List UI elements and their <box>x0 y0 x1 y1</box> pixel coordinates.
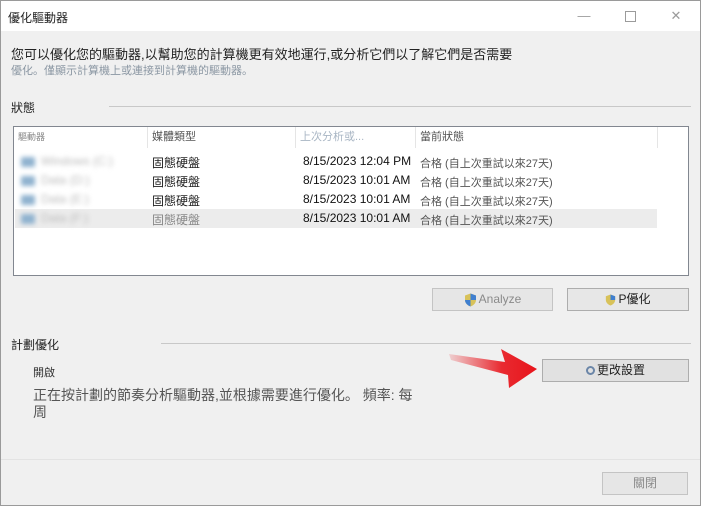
description-text: 您可以優化您的驅動器,以幫助您的計算機更有效地運行,或分析它們以了解它們是否需要 <box>11 47 513 62</box>
schedule-description: 正在按計劃的節奏分析驅動器,並根據需要進行優化。 頻率: 每 周 <box>33 387 453 421</box>
column-header-drive[interactable]: 驅動器 <box>14 127 148 148</box>
close-window-button[interactable]: ✕ <box>653 1 699 31</box>
title-bar[interactable]: 優化驅動器 — ✕ <box>1 1 700 31</box>
drive-row[interactable]: Windows (C:) 固態硬盤 8/15/2023 12:04 PM 合格 … <box>15 152 657 171</box>
drive-status: 合格 (自上次重試以來27天) <box>420 215 553 227</box>
window-title: 優化驅動器 <box>8 11 69 25</box>
optimize-button[interactable]: P優化 <box>567 288 689 311</box>
change-settings-button[interactable]: 更改設置 <box>542 359 689 382</box>
drive-icon <box>21 194 35 205</box>
drive-name: Data (F:) <box>41 211 89 225</box>
optimize-label: P優化 <box>618 292 651 306</box>
minimize-icon: — <box>577 8 591 23</box>
status-section-label: 狀態 <box>11 99 42 116</box>
status-divider <box>109 106 691 107</box>
drive-name: Windows (C:) <box>41 154 114 168</box>
schedule-description-text: 正在按計劃的節奏分析驅動器,並根據需要進行優化。 頻率: 每 <box>33 387 413 403</box>
drive-icon <box>21 156 35 167</box>
drive-last-run: 8/15/2023 10:01 AM <box>303 173 411 187</box>
description-subtext: 優化。僅顯示計算機上或連接到計算機的驅動器。 <box>11 65 253 77</box>
drive-list[interactable]: 驅動器 媒體類型 上次分析或... 當前狀態 Windows (C:) 固態硬盤… <box>13 126 689 276</box>
minimize-button[interactable]: — <box>561 1 607 31</box>
uac-shield-icon <box>606 294 616 306</box>
column-header-media-type[interactable]: 媒體類型 <box>148 127 296 148</box>
drive-last-run: 8/15/2023 10:01 AM <box>303 211 411 225</box>
drive-name: Data (E:) <box>41 192 90 206</box>
close-label: 關閉 <box>632 476 657 490</box>
analyze-button[interactable]: Analyze <box>432 288 553 311</box>
drive-row-selected[interactable]: Data (F:) 固態硬盤 8/15/2023 10:01 AM 合格 (自上… <box>15 209 657 228</box>
maximize-button[interactable] <box>607 1 653 31</box>
drive-row[interactable]: Data (D:) 固態硬盤 8/15/2023 10:01 AM 合格 (自上… <box>15 171 657 190</box>
dialog-footer <box>1 459 700 505</box>
close-icon: ✕ <box>670 8 682 23</box>
drive-status: 合格 (自上次重試以來27天) <box>420 158 553 170</box>
schedule-section-label: 計劃優化 <box>11 336 66 353</box>
column-header-last-run[interactable]: 上次分析或... <box>296 127 416 148</box>
drive-last-run: 8/15/2023 10:01 AM <box>303 192 411 206</box>
schedule-frequency: 周 <box>33 404 47 420</box>
drive-status: 合格 (自上次重試以來27天) <box>420 196 553 208</box>
maximize-icon <box>624 11 636 23</box>
optimize-drives-window: 優化驅動器 — ✕ 您可以優化您的驅動器,以幫助您的計算機更有效地運行,或分析它… <box>0 0 701 506</box>
drive-media-type: 固態硬盤 <box>152 156 201 170</box>
red-arrow-annotation <box>449 349 537 388</box>
drive-media-type: 固態硬盤 <box>152 175 201 189</box>
settings-icon <box>585 366 595 376</box>
drive-icon <box>21 175 35 186</box>
drive-last-run: 8/15/2023 12:04 PM <box>303 154 412 168</box>
schedule-divider <box>161 343 691 344</box>
schedule-state: 開啟 <box>33 367 55 379</box>
drive-icon <box>21 213 35 224</box>
drive-row[interactable]: Data (E:) 固態硬盤 8/15/2023 10:01 AM 合格 (自上… <box>15 190 657 209</box>
column-header-current-status[interactable]: 當前狀態 <box>416 127 658 148</box>
close-button[interactable]: 關閉 <box>602 472 688 495</box>
drive-name: Data (D:) <box>41 173 90 187</box>
drive-list-header: 驅動器 媒體類型 上次分析或... 當前狀態 <box>14 127 688 148</box>
uac-shield-icon <box>464 293 476 307</box>
drive-media-type: 固態硬盤 <box>152 194 201 208</box>
change-settings-label: 更改設置 <box>596 363 645 377</box>
drive-media-type: 固態硬盤 <box>152 213 201 227</box>
analyze-label: Analyze <box>478 292 522 306</box>
drive-status: 合格 (自上次重試以來27天) <box>420 177 553 189</box>
